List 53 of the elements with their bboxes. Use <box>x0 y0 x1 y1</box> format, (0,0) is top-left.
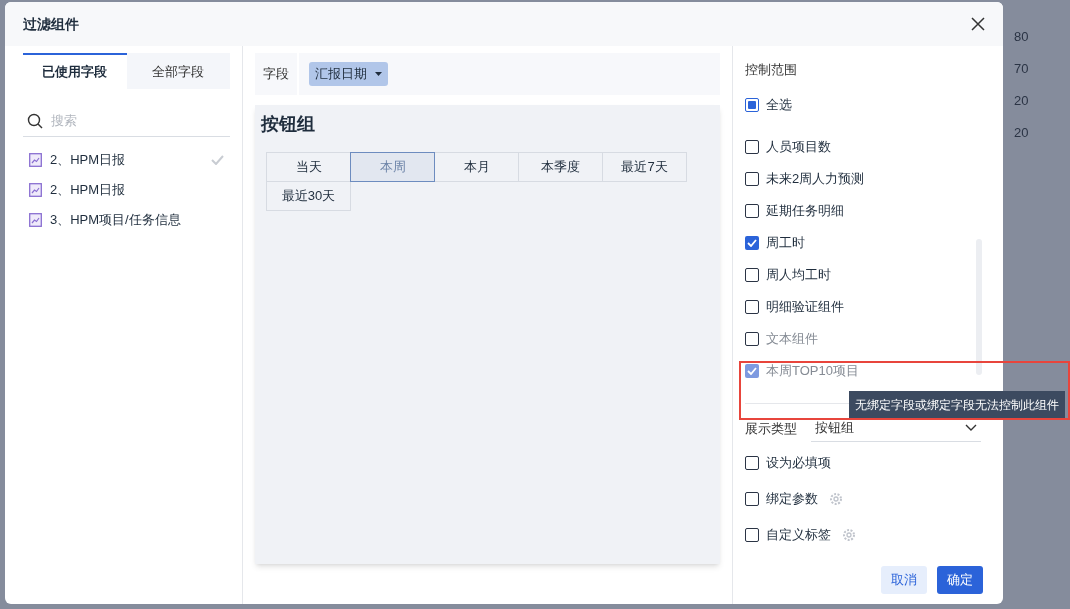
option-button[interactable]: 最近7天 <box>602 152 687 182</box>
close-icon[interactable] <box>971 17 985 31</box>
field-label: 字段 <box>255 53 299 95</box>
table-cell-text: 20 <box>1014 124 1029 142</box>
checkbox-label: 自定义标签 <box>766 525 831 544</box>
caret-icon <box>375 72 382 76</box>
checkbox-label: 未来2周人力预测 <box>766 169 865 188</box>
checkbox[interactable] <box>745 455 759 470</box>
tab[interactable]: 全部字段 <box>126 53 230 89</box>
confirm-button[interactable]: 确定 <box>937 566 983 594</box>
section-title: 控制范围 <box>745 61 798 79</box>
option-button[interactable]: 本季度 <box>518 152 603 182</box>
checkbox-label: 周工时 <box>766 233 805 252</box>
preview-title: 按钮组 <box>261 113 316 136</box>
chart-file-icon <box>29 183 42 197</box>
cancel-button[interactable]: 取消 <box>881 566 927 594</box>
search-icon <box>27 112 43 129</box>
chart-file-icon <box>29 213 42 227</box>
checkbox-label: 人员项目数 <box>766 137 831 156</box>
display-type-label: 展示类型 <box>745 419 797 438</box>
option-button[interactable]: 最近30天 <box>266 181 351 211</box>
field-dropdown[interactable]: 汇报日期 <box>309 62 388 86</box>
checkbox-label: 本周TOP10项目 <box>766 361 859 380</box>
checkbox[interactable] <box>745 491 759 506</box>
checkbox[interactable] <box>745 527 759 542</box>
option-button[interactable]: 本月 <box>434 152 519 182</box>
chart-file-icon <box>29 153 42 167</box>
checkbox[interactable] <box>745 203 759 218</box>
checkbox-label: 明细验证组件 <box>766 297 844 316</box>
checkbox-label: 文本组件 <box>766 329 818 348</box>
checkbox[interactable] <box>745 235 759 250</box>
checkbox-label: 绑定参数 <box>766 489 818 508</box>
table-cell-text: 20 <box>1014 92 1029 110</box>
checkbox[interactable] <box>745 139 759 154</box>
checkbox[interactable] <box>745 299 759 314</box>
tooltip: 无绑定字段或绑定字段无法控制此组件 <box>849 391 1065 418</box>
chevron-down-icon <box>965 424 977 432</box>
table-cell-text: 80 <box>1014 28 1029 46</box>
checkbox-label: 设为必填项 <box>766 453 831 472</box>
checkbox[interactable] <box>745 267 759 282</box>
checkbox-label: 全选 <box>766 95 792 114</box>
dataset-item[interactable]: 2、HPM日报 <box>23 175 230 205</box>
dataset-item[interactable]: 3、HPM项目/任务信息 <box>23 205 230 235</box>
checkbox[interactable] <box>745 171 759 186</box>
checkbox-label: 延期任务明细 <box>766 201 844 220</box>
checkbox[interactable] <box>745 97 759 112</box>
dialog-title: 过滤组件 <box>23 14 79 34</box>
dataset-item[interactable]: 2、HPM日报 <box>23 145 230 175</box>
scrollbar[interactable] <box>976 238 982 375</box>
search-field[interactable]: 搜索 <box>51 110 201 131</box>
table-cell-text: 70 <box>1014 60 1029 78</box>
select-value: 按钮组 <box>815 419 854 438</box>
checkbox-label: 周人均工时 <box>766 265 831 284</box>
